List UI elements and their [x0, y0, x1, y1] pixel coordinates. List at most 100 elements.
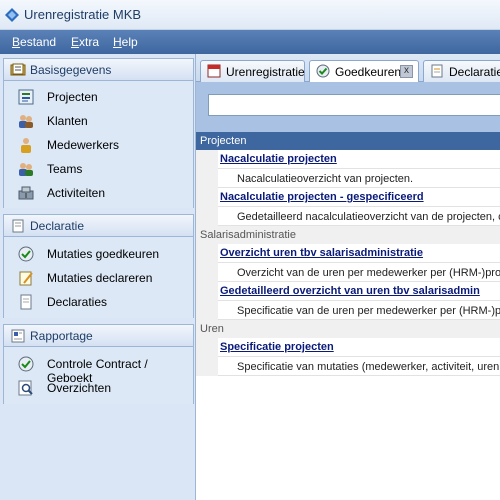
- menu-bar: Bestand Extra Help: [0, 30, 500, 54]
- nav-label: Medewerkers: [47, 138, 120, 152]
- row-indent: [196, 207, 218, 226]
- nav-label: Klanten: [47, 114, 88, 128]
- row-indent: [196, 338, 218, 357]
- result-description: Specificatie van de uren per medewerker …: [237, 305, 500, 317]
- result-link[interactable]: Specificatie projecten: [220, 341, 334, 353]
- note-edit-icon: [19, 271, 33, 286]
- menu-help-rest: elp: [121, 35, 138, 49]
- nav-label: Overzichten: [47, 381, 112, 395]
- app-diamond-icon: [5, 8, 19, 22]
- menu-extra-rest: xtra: [79, 35, 100, 49]
- nav-label: Declaraties: [47, 295, 108, 309]
- nav-label: Projecten: [47, 90, 98, 104]
- group-header-declaratie[interactable]: Declaratie: [4, 215, 193, 237]
- magnifier-page-icon: [18, 380, 33, 396]
- group-label: Declaratie: [30, 219, 85, 233]
- result-title-row: Nacalculatie projecten: [196, 150, 500, 169]
- check-circle-icon: [18, 356, 34, 372]
- result-description: Gedetailleerd nacalculatieoverzicht van …: [237, 211, 500, 223]
- result-link[interactable]: Nacalculatie projecten - gespecificeerd: [220, 191, 424, 203]
- title-bar: Urenregistratie MKB: [0, 0, 500, 30]
- document-icon: [12, 219, 24, 233]
- calendar-icon: [207, 64, 221, 78]
- group-basisgegevens: Basisgegevens Projecten Klanten Medewerk…: [3, 58, 194, 208]
- page-icon: [431, 64, 443, 78]
- result-description: Overzicht van de uren per medewerker per…: [237, 267, 500, 279]
- row-indent: [196, 169, 218, 188]
- result-link[interactable]: Gedetailleerd overzicht van uren tbv sal…: [220, 285, 480, 297]
- result-description: Nacalculatieoverzicht van projecten.: [237, 173, 414, 185]
- row-indent: [196, 263, 218, 282]
- window-title: Urenregistratie MKB: [24, 7, 142, 22]
- nav-activiteiten[interactable]: Activiteiten: [4, 182, 193, 204]
- group-label: Basisgegevens: [30, 63, 112, 77]
- nav-overzichten[interactable]: Overzichten: [4, 377, 193, 399]
- nav-controle-contract[interactable]: Controle Contract / Geboekt: [4, 353, 193, 385]
- group-body: Controle Contract / Geboekt Overzichten: [4, 347, 193, 404]
- tab-strip: Urenregistratie Goedkeuren x Declaratiev: [196, 54, 500, 83]
- tab-goedkeuren[interactable]: Goedkeuren x: [309, 60, 419, 83]
- page-icon: [20, 294, 32, 310]
- approve-icon: [316, 64, 330, 78]
- report-icon: [11, 329, 25, 343]
- book-icon: [10, 63, 26, 76]
- result-title-row: Specificatie projecten: [196, 338, 500, 357]
- tab-label: Goedkeuren: [335, 65, 402, 79]
- group-declaratie: Declaratie Mutaties goedkeuren Mutaties …: [3, 214, 194, 318]
- menu-bestand[interactable]: Bestand: [12, 35, 56, 49]
- result-link[interactable]: Nacalculatie projecten: [220, 153, 337, 165]
- nav-label: Mutaties goedkeuren: [47, 247, 160, 261]
- people-icon: [19, 115, 33, 128]
- sidebar: Basisgegevens Projecten Klanten Medewerk…: [0, 54, 196, 500]
- group-header-basisgegevens[interactable]: Basisgegevens: [4, 59, 193, 81]
- nav-mutaties-goedkeuren[interactable]: Mutaties goedkeuren: [4, 243, 193, 265]
- result-desc-row: Overzicht van de uren per medewerker per…: [196, 263, 500, 282]
- menu-extra[interactable]: Extra: [71, 35, 99, 49]
- tools-icon: [18, 186, 34, 200]
- content-panel: Projecten Nacalculatie projecten Nacalcu…: [196, 82, 500, 500]
- approve-icon: [18, 246, 34, 262]
- result-link[interactable]: Overzicht uren tbv salarisadministratie: [220, 247, 423, 259]
- nav-medewerkers[interactable]: Medewerkers: [4, 134, 193, 156]
- result-title-row: Overzicht uren tbv salarisadministratie: [196, 244, 500, 263]
- row-indent: [196, 150, 218, 169]
- tab-label: Declaratiev: [449, 65, 500, 79]
- row-divider: [218, 375, 500, 376]
- tab-declaratieverwerking[interactable]: Declaratiev: [423, 60, 500, 82]
- row-indent: [196, 188, 218, 207]
- menu-bestand-rest: estand: [20, 35, 57, 49]
- tab-label: Urenregistratie: [226, 65, 305, 79]
- tab-close-icon[interactable]: x: [400, 65, 413, 78]
- group-header-rapportage[interactable]: Rapportage: [4, 325, 193, 347]
- tab-urenregistratie[interactable]: Urenregistratie: [200, 60, 305, 82]
- nav-teams[interactable]: Teams: [4, 158, 193, 180]
- group-rapportage: Rapportage Controle Contract / Geboekt O…: [3, 324, 194, 404]
- row-indent: [196, 357, 218, 376]
- section-header-projecten[interactable]: Projecten: [196, 132, 500, 150]
- nav-label: Activiteiten: [47, 186, 106, 200]
- group-body: Mutaties goedkeuren Mutaties declareren …: [4, 237, 193, 318]
- group-body: Projecten Klanten Medewerkers Teams Acti…: [4, 81, 193, 208]
- team-icon: [19, 163, 33, 176]
- menu-help[interactable]: Help: [113, 35, 138, 49]
- list-icon: [18, 89, 34, 105]
- result-desc-row: Specificatie van mutaties (medewerker, a…: [196, 357, 500, 376]
- result-title-row: Gedetailleerd overzicht van uren tbv sal…: [196, 282, 500, 301]
- section-header-uren[interactable]: Uren: [196, 320, 500, 338]
- nav-label: Teams: [47, 162, 83, 176]
- group-label: Rapportage: [30, 329, 93, 343]
- nav-declaraties[interactable]: Declaraties: [4, 291, 193, 313]
- section-header-salarisadministratie[interactable]: Salarisadministratie: [196, 226, 500, 244]
- result-description: Specificatie van mutaties (medewerker, a…: [237, 361, 500, 373]
- row-indent: [196, 301, 218, 320]
- nav-projecten[interactable]: Projecten: [4, 86, 193, 108]
- search-area: [196, 82, 500, 132]
- person-icon: [21, 138, 31, 153]
- result-desc-row: Specificatie van de uren per medewerker …: [196, 301, 500, 320]
- row-indent: [196, 282, 218, 301]
- nav-mutaties-declareren[interactable]: Mutaties declareren: [4, 267, 193, 289]
- search-input[interactable]: [208, 94, 500, 116]
- result-title-row: Nacalculatie projecten - gespecificeerd: [196, 188, 500, 207]
- nav-label: Mutaties declareren: [47, 271, 153, 285]
- nav-klanten[interactable]: Klanten: [4, 110, 193, 132]
